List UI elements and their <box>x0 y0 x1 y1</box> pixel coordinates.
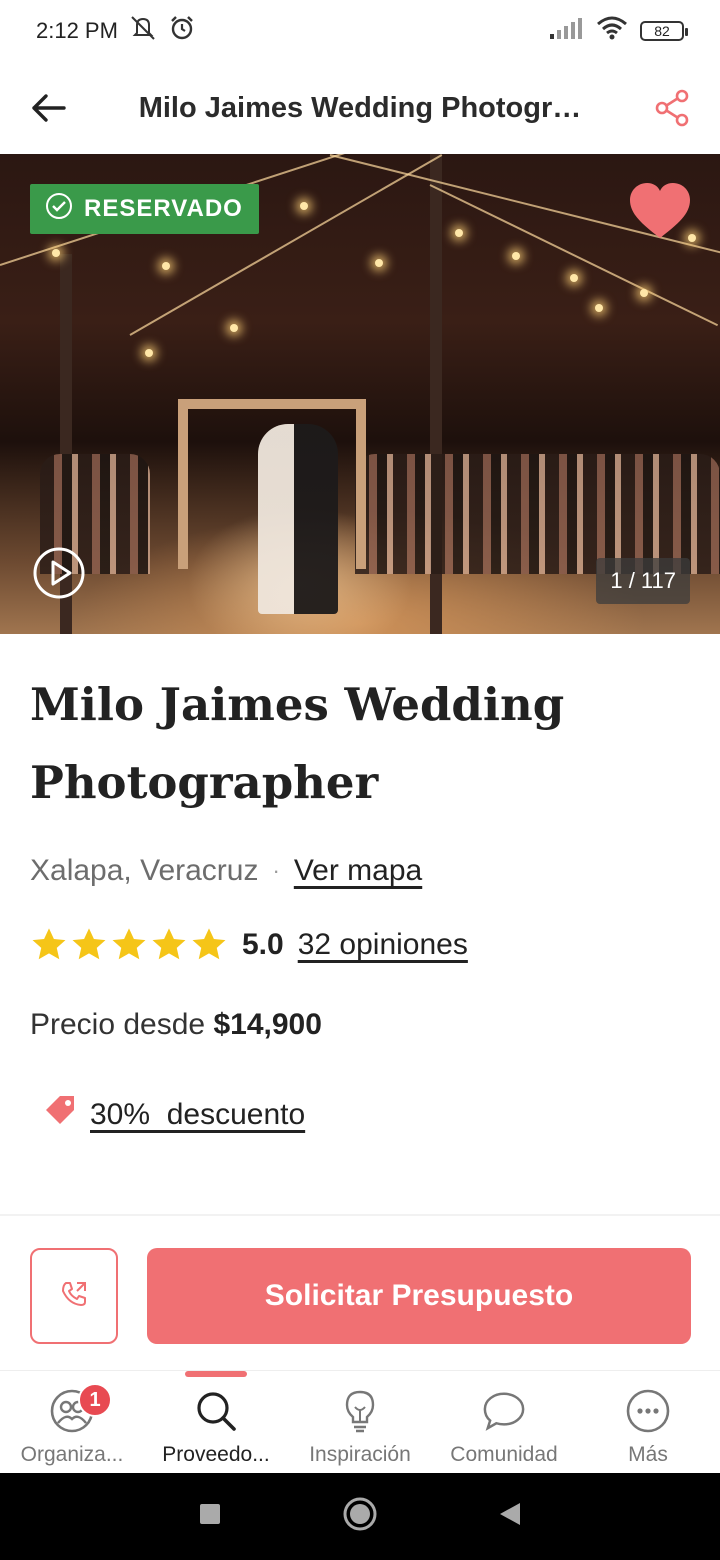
nav-label: Inspiración <box>309 1443 411 1466</box>
reserved-label: RESERVADO <box>84 195 243 222</box>
view-map-link[interactable]: Ver mapa <box>294 854 422 888</box>
star-icon <box>112 928 146 960</box>
battery-icon: 82 <box>640 21 688 41</box>
recents-square-icon[interactable] <box>198 1502 222 1531</box>
vendor-photo-gallery[interactable]: RESERVADO 1 / 117 <box>0 154 720 634</box>
app-bar: Milo Jaimes Wedding Photogr… <box>0 62 720 154</box>
nav-item-vendors[interactable]: Proveedo... <box>144 1371 288 1473</box>
nav-label: Comunidad <box>450 1443 558 1466</box>
star-icon <box>72 928 106 960</box>
nav-item-organizer[interactable]: 1 Organiza... <box>0 1371 144 1473</box>
vendor-name: Milo Jaimes Wedding Photographer <box>30 678 565 809</box>
signal-icon <box>550 17 584 45</box>
battery-level: 82 <box>654 23 670 39</box>
request-quote-button[interactable]: Solicitar Presupuesto <box>147 1248 691 1344</box>
nav-item-community[interactable]: Comunidad <box>432 1371 576 1473</box>
back-triangle-icon[interactable] <box>498 1501 522 1532</box>
photo-couple <box>258 424 338 614</box>
search-icon <box>194 1389 238 1433</box>
rating-value: 5.0 <box>242 928 284 961</box>
lightbulb-icon <box>338 1389 382 1433</box>
call-button[interactable] <box>30 1248 118 1344</box>
play-video-icon[interactable] <box>32 546 86 600</box>
status-time: 2:12 PM <box>36 18 118 43</box>
status-bar: 2:12 PM 82 <box>0 0 720 62</box>
price-row: Precio desde $14,900 <box>30 1008 690 1042</box>
discount-link[interactable]: 30% descuento <box>90 1098 305 1132</box>
photo-bulb <box>570 274 578 282</box>
photo-light-string <box>129 154 443 336</box>
photo-bulb <box>145 349 153 357</box>
phone-call-icon <box>59 1279 89 1314</box>
nav-item-inspiration[interactable]: Inspiración <box>288 1371 432 1473</box>
action-bar: Solicitar Presupuesto <box>0 1214 720 1370</box>
photo-bulb <box>230 324 238 332</box>
price-value: $14,900 <box>213 1008 322 1041</box>
reserved-badge: RESERVADO <box>30 184 259 234</box>
location-separator: · <box>272 858 280 883</box>
nav-label: Organiza... <box>20 1443 124 1466</box>
photo-counter: 1 / 117 <box>596 558 690 604</box>
page-title: Milo Jaimes Wedding Photogr… <box>138 91 582 124</box>
alarm-icon <box>168 14 196 48</box>
active-tab-indicator <box>185 1371 247 1377</box>
photo-bulb <box>595 304 603 312</box>
vendor-details: Milo Jaimes Wedding Photographer Xalapa,… <box>30 634 690 1136</box>
photo-bulb <box>455 229 463 237</box>
photo-guests <box>355 454 720 574</box>
photo-bulb <box>52 249 60 257</box>
nav-item-more[interactable]: Más <box>576 1371 720 1473</box>
price-label: Precio desde <box>30 1008 206 1041</box>
photo-bulb <box>162 262 170 270</box>
rating-stars <box>30 926 228 964</box>
photo-bulb <box>375 259 383 267</box>
photo-bulb <box>640 289 648 297</box>
rating-row: 5.0 32 opiniones <box>30 926 690 964</box>
system-navigation-bar <box>0 1473 720 1560</box>
star-icon <box>152 928 186 960</box>
reviews-link[interactable]: 32 opiniones <box>298 928 468 962</box>
wifi-icon <box>596 16 628 46</box>
back-arrow-icon[interactable] <box>28 88 68 128</box>
nav-label: Más <box>628 1443 668 1466</box>
share-icon[interactable] <box>652 88 692 128</box>
check-circle-icon <box>44 191 74 228</box>
vendor-location: Xalapa, Veracruz <box>30 854 259 887</box>
photo-bulb <box>512 252 520 260</box>
bottom-navigation: 1 Organiza... Proveedo... Inspiración Co… <box>0 1370 720 1473</box>
home-circle-icon[interactable] <box>342 1496 378 1537</box>
discount-row[interactable]: 30% descuento <box>42 1094 690 1136</box>
photo-bulb <box>300 202 308 210</box>
tag-icon <box>42 1094 78 1136</box>
location-row: Xalapa, Veracruz · Ver mapa <box>30 854 690 888</box>
star-icon <box>192 928 226 960</box>
more-icon <box>626 1389 670 1433</box>
favorite-heart-icon[interactable] <box>628 182 692 240</box>
nav-label: Proveedo... <box>162 1443 270 1466</box>
star-icon <box>32 928 66 960</box>
mute-icon <box>128 15 158 47</box>
chat-bubble-icon <box>482 1389 526 1433</box>
notification-badge: 1 <box>78 1383 112 1417</box>
